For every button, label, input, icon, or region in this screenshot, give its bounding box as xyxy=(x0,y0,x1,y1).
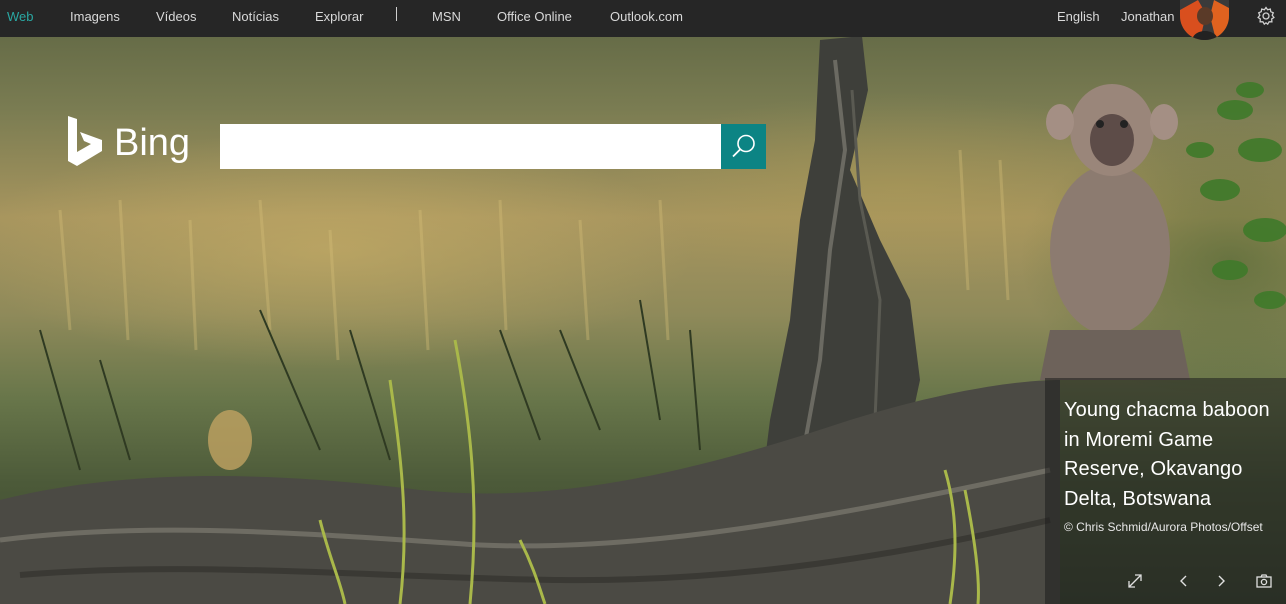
search-icon xyxy=(732,134,755,158)
gear-icon[interactable] xyxy=(1256,6,1276,26)
user-name[interactable]: Jonathan xyxy=(1121,9,1175,25)
nav-link-videos[interactable]: Vídeos xyxy=(156,9,196,25)
bing-logo[interactable]: Bing xyxy=(66,116,196,170)
fullscreen-icon[interactable] xyxy=(1122,568,1148,594)
language-link[interactable]: English xyxy=(1057,9,1100,25)
search-input[interactable] xyxy=(220,124,721,169)
user-avatar[interactable] xyxy=(1180,0,1229,40)
nav-link-office-online[interactable]: Office Online xyxy=(497,9,572,25)
nav-divider xyxy=(396,7,397,21)
top-navigation-bar: Web Imagens Vídeos Notícias Explorar MSN… xyxy=(0,0,1286,40)
bing-logo-icon xyxy=(68,116,102,166)
chevron-left-icon[interactable] xyxy=(1171,568,1197,594)
bing-wordmark: Bing xyxy=(114,122,191,164)
nav-link-web[interactable]: Web xyxy=(7,9,34,25)
nav-link-noticias[interactable]: Notícias xyxy=(232,9,279,25)
nav-link-outlook[interactable]: Outlook.com xyxy=(610,9,683,25)
image-credit: © Chris Schmid/Aurora Photos/Offset xyxy=(1064,520,1263,534)
image-caption-panel: Young chacma baboon in Moremi Game Reser… xyxy=(1045,378,1286,604)
chevron-right-icon[interactable] xyxy=(1208,568,1234,594)
nav-link-msn[interactable]: MSN xyxy=(432,9,461,25)
nav-link-imagens[interactable]: Imagens xyxy=(70,9,120,25)
camera-icon[interactable] xyxy=(1251,568,1277,594)
image-title[interactable]: Young chacma baboon in Moremi Game Reser… xyxy=(1064,396,1286,514)
search-button[interactable] xyxy=(721,124,766,169)
baboon-shape xyxy=(1040,84,1190,380)
nav-link-explorar[interactable]: Explorar xyxy=(315,9,363,25)
